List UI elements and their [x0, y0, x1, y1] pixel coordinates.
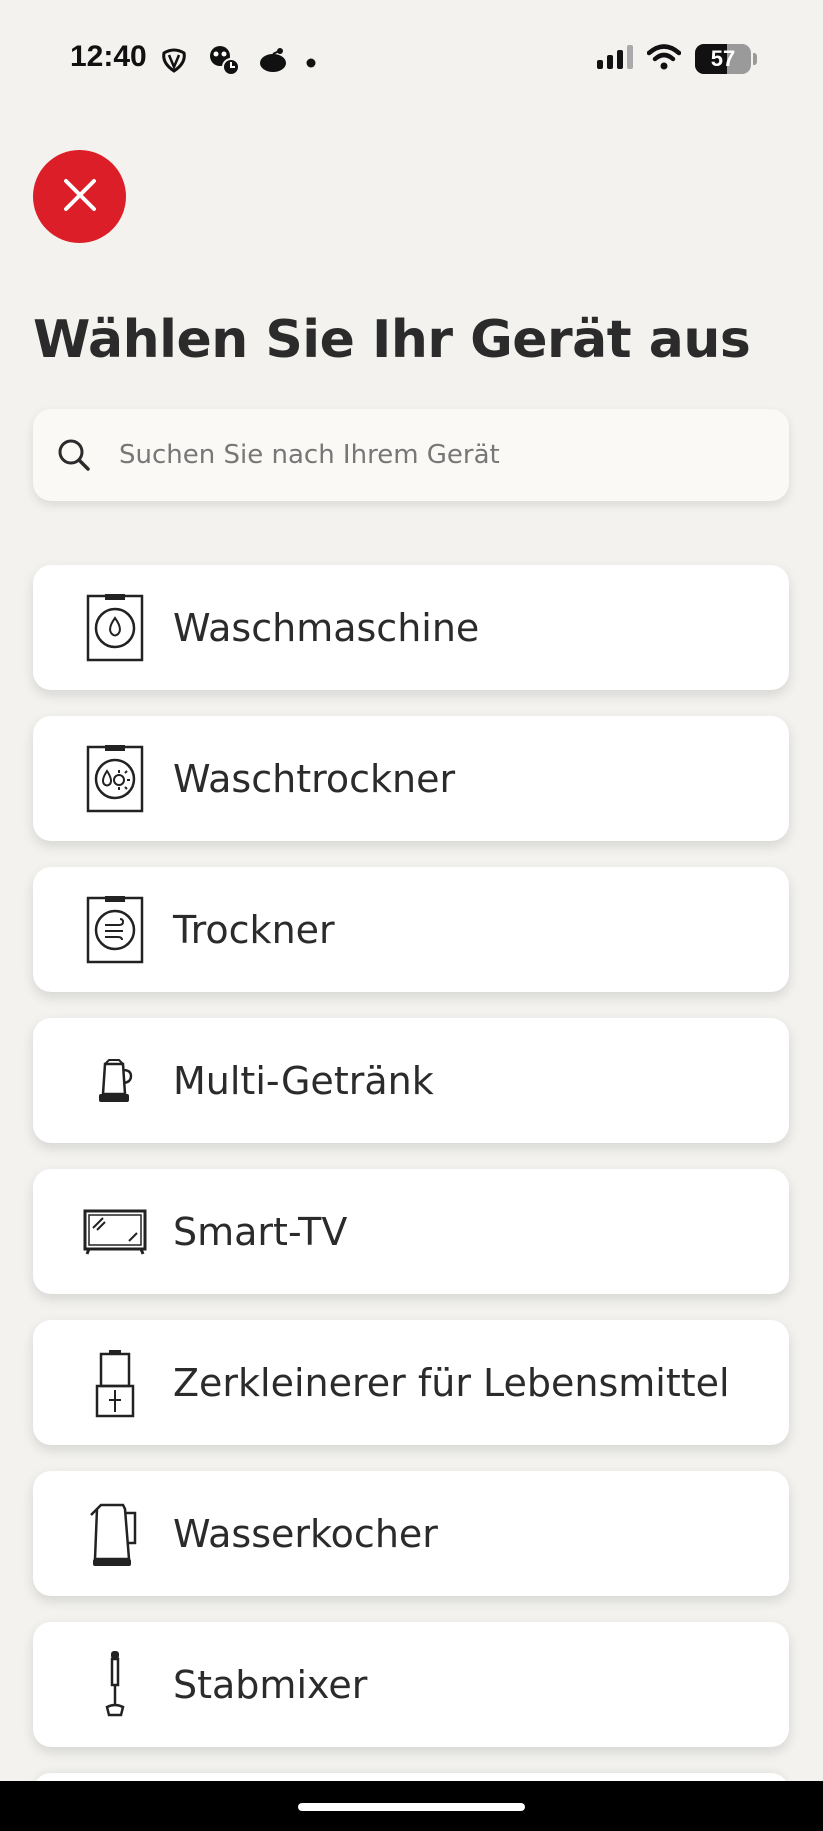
- dryer-icon: [75, 890, 155, 970]
- app-notification-icon: [206, 44, 240, 80]
- device-item-smart-tv[interactable]: Smart-TV: [33, 1169, 789, 1294]
- washing-machine-icon: [75, 588, 155, 668]
- device-item-zerkleinerer[interactable]: Zerkleinerer für Lebensmittel: [33, 1320, 789, 1445]
- tv-icon: [75, 1192, 155, 1272]
- hand-blender-icon: [75, 1645, 155, 1725]
- battery-icon: 57: [695, 44, 751, 74]
- app-notification-icon: [160, 47, 188, 77]
- app-notification-icon: [258, 47, 288, 77]
- wifi-icon: [646, 44, 682, 74]
- food-chopper-icon: [75, 1343, 155, 1423]
- close-icon: [62, 177, 98, 217]
- washer-dryer-icon: [75, 739, 155, 819]
- device-label: Waschtrockner: [173, 756, 456, 801]
- kettle-icon: [75, 1494, 155, 1574]
- battery-level: 57: [710, 46, 736, 71]
- device-label: Wasserkocher: [173, 1511, 438, 1556]
- device-label: Multi-Getränk: [173, 1058, 434, 1103]
- status-system-icons: 57: [597, 44, 757, 74]
- device-list: Waschmaschine Waschtrockner Trockner Mul…: [33, 565, 789, 1773]
- device-item-stabmixer[interactable]: Stabmixer: [33, 1622, 789, 1747]
- battery-cap: [753, 53, 757, 65]
- device-label: Trockner: [173, 907, 335, 952]
- device-item-waschmaschine[interactable]: Waschmaschine: [33, 565, 789, 690]
- device-label: Waschmaschine: [173, 605, 480, 650]
- page-title: Wählen Sie Ihr Gerät aus: [33, 310, 751, 370]
- dot-icon: [306, 53, 316, 72]
- device-item-multi-getraenk[interactable]: Multi-Getränk: [33, 1018, 789, 1143]
- status-bar: 12:40 57: [0, 0, 823, 120]
- device-item-wasserkocher[interactable]: Wasserkocher: [33, 1471, 789, 1596]
- status-notification-icons: [160, 44, 316, 80]
- status-time: 12:40: [70, 40, 147, 73]
- close-button[interactable]: [33, 150, 126, 243]
- search-bar[interactable]: [33, 409, 789, 501]
- search-icon: [51, 432, 97, 478]
- device-label: Smart-TV: [173, 1209, 348, 1254]
- multi-drink-icon: [75, 1041, 155, 1121]
- search-input[interactable]: [119, 440, 759, 470]
- device-item-trockner[interactable]: Trockner: [33, 867, 789, 992]
- device-label: Stabmixer: [173, 1662, 368, 1707]
- device-item-waschtrockner[interactable]: Waschtrockner: [33, 716, 789, 841]
- device-label: Zerkleinerer für Lebensmittel: [173, 1360, 730, 1405]
- cellular-signal-icon: [597, 45, 633, 73]
- home-indicator[interactable]: [298, 1803, 525, 1811]
